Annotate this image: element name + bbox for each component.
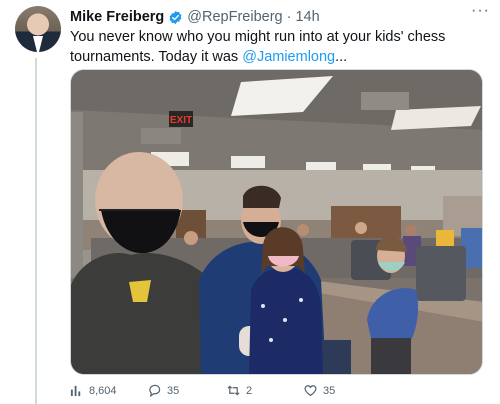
verified-badge-icon <box>169 10 182 24</box>
display-name[interactable]: Mike Freiberg <box>70 9 164 25</box>
like-icon <box>304 385 317 397</box>
photo-scene: EXIT <box>71 70 482 374</box>
tweet-text: You never know who you might run into at… <box>70 27 480 67</box>
tweet-text-ellipsis: ... <box>335 49 348 65</box>
user-handle[interactable]: @RepFreiberg <box>187 9 282 25</box>
retweet-icon <box>227 385 240 396</box>
tweet-header: Mike Freiberg @RepFreiberg · 14h <box>70 8 470 26</box>
tweet-photo[interactable]: EXIT <box>70 69 483 375</box>
like-count: 35 <box>323 384 336 397</box>
retweet-action[interactable]: 2 <box>227 384 252 397</box>
avatar-shirt-collar <box>33 36 43 52</box>
thread-line <box>35 58 37 404</box>
avatar[interactable] <box>15 6 61 52</box>
tweet-timestamp[interactable]: 14h <box>295 9 319 25</box>
exit-sign-text: EXIT <box>170 115 192 126</box>
tweet-actions: 8,604 35 2 35 <box>70 384 480 400</box>
more-options-icon[interactable]: ··· <box>471 2 490 20</box>
views-action[interactable]: 8,604 <box>70 384 117 397</box>
views-count: 8,604 <box>89 384 117 397</box>
reply-count: 35 <box>167 384 180 397</box>
reply-action[interactable]: 35 <box>148 384 179 397</box>
views-icon <box>70 385 81 397</box>
header-separator: · <box>286 9 292 25</box>
retweet-count: 2 <box>246 384 253 397</box>
mention-link[interactable]: @Jamiemlong <box>242 49 335 65</box>
reply-icon <box>149 384 161 397</box>
like-action[interactable]: 35 <box>304 384 335 397</box>
